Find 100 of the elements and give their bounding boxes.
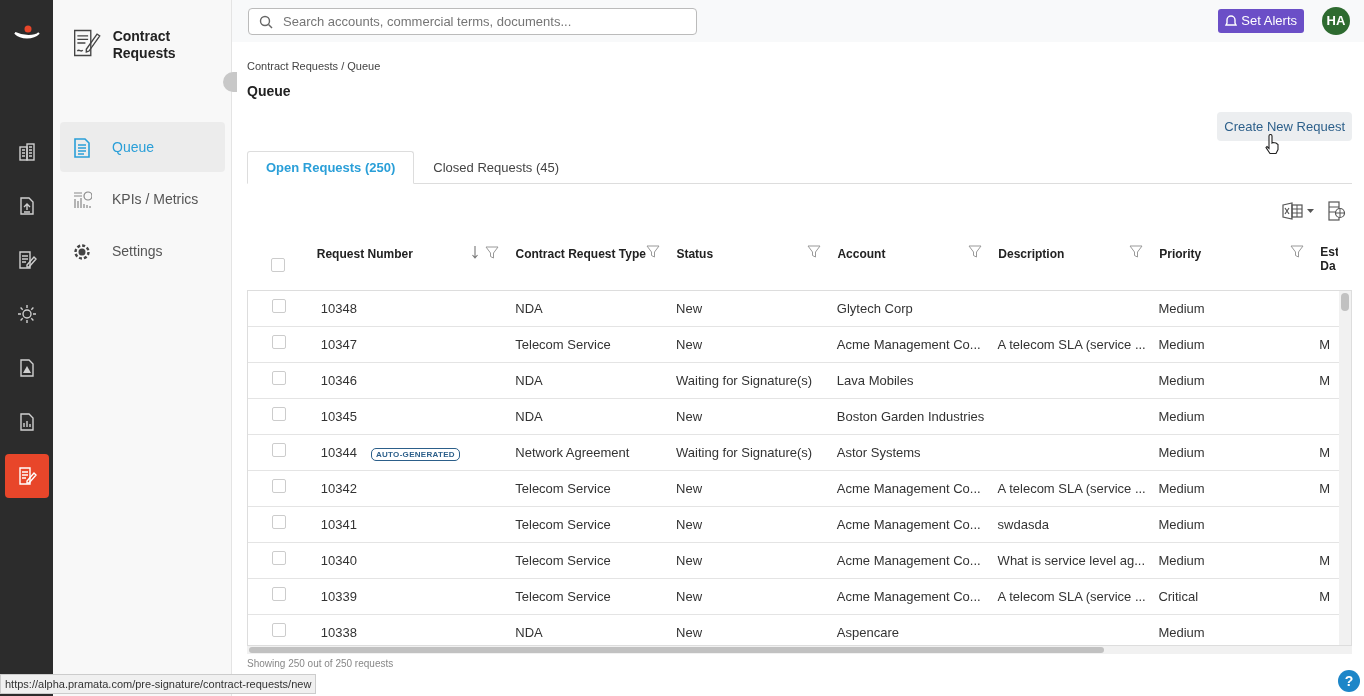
table-cell[interactable]: 10346 bbox=[320, 372, 357, 388]
checkbox[interactable] bbox=[272, 586, 286, 601]
column-settings-icon[interactable] bbox=[1328, 201, 1346, 221]
table-cell[interactable]: 10344 bbox=[320, 444, 357, 460]
status-url: https://alpha.pramata.com/pre-signature/contract-requests/new bbox=[0, 673, 317, 694]
table-cell[interactable]: 10340 bbox=[320, 552, 357, 568]
table-cell: New bbox=[676, 300, 703, 316]
caret-icon bbox=[1307, 209, 1314, 213]
table-cell: Astor Systems bbox=[836, 444, 921, 460]
tab[interactable]: Closed Requests (45) bbox=[414, 151, 579, 184]
table-cell: Medium bbox=[1158, 372, 1205, 388]
column-header: Status bbox=[676, 246, 714, 263]
table-cell: M bbox=[1319, 372, 1330, 388]
column-header: Contract Request Type bbox=[515, 246, 646, 263]
checkbox[interactable] bbox=[271, 258, 285, 272]
checkbox[interactable] bbox=[272, 622, 286, 637]
column-header: Description bbox=[998, 246, 1065, 263]
table-cell: New bbox=[676, 480, 703, 496]
app-title: Contract Requests bbox=[112, 28, 177, 62]
horizontal-scrollbar[interactable] bbox=[247, 646, 1352, 654]
filter-icon[interactable] bbox=[646, 245, 661, 258]
table-cell[interactable]: 10339 bbox=[320, 588, 357, 604]
table-cell: NDA bbox=[515, 408, 543, 424]
table-cell: M bbox=[1319, 444, 1330, 460]
table-cell: NDA bbox=[515, 624, 543, 640]
checkbox[interactable] bbox=[272, 334, 286, 349]
table-cell: New bbox=[676, 624, 703, 640]
table-cell: Medium bbox=[1158, 336, 1205, 352]
table-cell[interactable]: 10345 bbox=[320, 408, 357, 424]
filter-icon[interactable] bbox=[807, 245, 822, 258]
document-icon bbox=[72, 137, 92, 158]
sort-down-icon[interactable] bbox=[471, 245, 480, 259]
table-cell: Glytech Corp bbox=[836, 300, 913, 316]
sidebar-item[interactable]: Settings bbox=[60, 226, 225, 276]
table-cell: NDA bbox=[515, 300, 543, 316]
table-cell: M bbox=[1319, 336, 1330, 352]
table-cell: Aspencare bbox=[836, 624, 899, 640]
table-cell[interactable]: 10348 bbox=[320, 300, 357, 316]
table-cell: New bbox=[676, 552, 703, 568]
checkbox[interactable] bbox=[272, 550, 286, 565]
table-cell: New bbox=[676, 408, 703, 424]
spreadsheet-icon bbox=[1282, 202, 1304, 220]
table-cell: Acme Management Co... bbox=[836, 516, 981, 532]
table-cell: NDA bbox=[515, 372, 543, 388]
filter-icon[interactable] bbox=[1129, 245, 1144, 258]
filter-icon[interactable] bbox=[1290, 245, 1305, 258]
status-badge: AUTO-GENERATED bbox=[370, 447, 460, 461]
checkbox[interactable] bbox=[272, 442, 286, 457]
excel-export-button[interactable] bbox=[1282, 202, 1314, 220]
filter-icon[interactable] bbox=[485, 245, 500, 259]
building-icon bbox=[16, 141, 37, 162]
table-cell[interactable]: 10338 bbox=[320, 624, 357, 640]
breadcrumb: Contract Requests / Queue bbox=[247, 59, 382, 74]
help-button[interactable]: ? bbox=[1338, 670, 1360, 692]
page-title: Queue bbox=[247, 81, 292, 101]
column-header: Est Da bbox=[1320, 245, 1339, 273]
sidebar-item[interactable]: KPIs / Metrics bbox=[60, 174, 225, 224]
bar-chart-icon bbox=[72, 189, 92, 210]
settings-icon bbox=[72, 241, 92, 262]
results-count: Showing 250 out of 250 requests bbox=[247, 657, 394, 671]
table-cell[interactable]: 10347 bbox=[320, 336, 357, 352]
table-cell: Medium bbox=[1158, 624, 1205, 640]
table-cell: What is service level ag... bbox=[997, 552, 1145, 568]
document-edit-icon bbox=[16, 465, 37, 486]
table-cell: M bbox=[1319, 588, 1330, 604]
column-header: Request Number bbox=[316, 246, 413, 263]
table-cell: Network Agreement bbox=[515, 444, 630, 460]
table-cell: Telecom Service bbox=[515, 480, 611, 496]
table-cell: Medium bbox=[1158, 552, 1205, 568]
set-alerts-button[interactable]: Set Alerts bbox=[1218, 9, 1304, 33]
checkbox[interactable] bbox=[272, 370, 286, 385]
table-cell: Acme Management Co... bbox=[836, 336, 981, 352]
table-cell: Telecom Service bbox=[515, 336, 611, 352]
create-request-button[interactable]: Create New Request bbox=[1217, 111, 1352, 141]
hand-cursor-icon bbox=[1264, 134, 1280, 156]
filter-icon[interactable] bbox=[968, 245, 983, 258]
table-cell: New bbox=[676, 516, 703, 532]
table-cell: Critical bbox=[1158, 588, 1199, 604]
table-cell: A telecom SLA (service ... bbox=[997, 336, 1146, 352]
table-cell: A telecom SLA (service ... bbox=[997, 480, 1146, 496]
rail-button[interactable] bbox=[4, 453, 49, 498]
checkbox[interactable] bbox=[272, 406, 286, 421]
table-cell: Telecom Service bbox=[515, 552, 611, 568]
logo-icon bbox=[13, 24, 40, 41]
document-edit-icon bbox=[16, 249, 37, 270]
table-cell: Acme Management Co... bbox=[836, 480, 981, 496]
table-cell[interactable]: 10342 bbox=[320, 480, 357, 496]
checkbox[interactable] bbox=[272, 298, 286, 313]
table-cell[interactable]: 10341 bbox=[320, 516, 357, 532]
table-cell: Medium bbox=[1158, 480, 1205, 496]
table-cell: Telecom Service bbox=[515, 588, 611, 604]
collapse-handle[interactable] bbox=[223, 72, 237, 92]
checkbox[interactable] bbox=[272, 478, 286, 493]
vertical-scrollbar[interactable] bbox=[1339, 291, 1351, 645]
checkbox[interactable] bbox=[272, 514, 286, 529]
search-field[interactable]: Search accounts, commercial terms, documents... bbox=[248, 7, 697, 35]
table-cell: Medium bbox=[1158, 408, 1205, 424]
table-cell: swdasda bbox=[997, 516, 1049, 532]
user-avatar[interactable]: HA bbox=[1322, 7, 1350, 35]
table-cell: Waiting for Signature(s) bbox=[676, 444, 813, 460]
